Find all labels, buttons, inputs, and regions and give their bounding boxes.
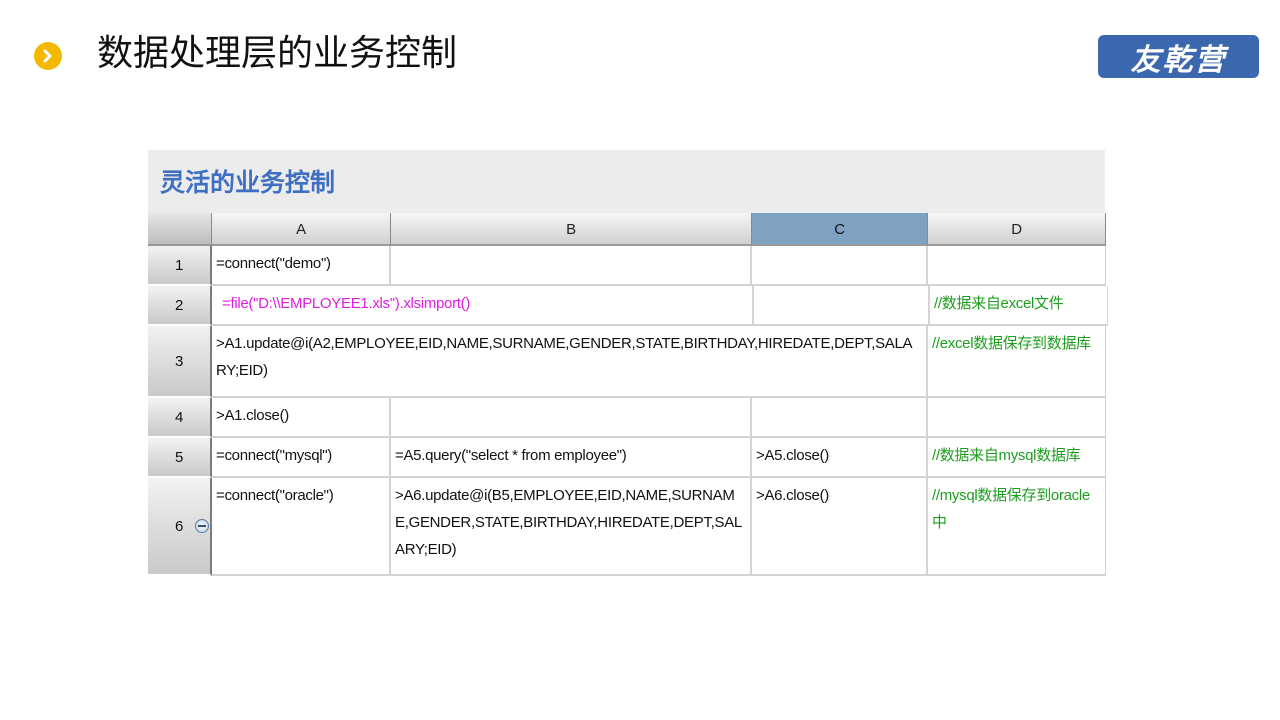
spreadsheet-panel: 灵活的业务控制 A B C D 1 =connect("demo") 2 =fi… — [148, 150, 1108, 582]
cell-d3[interactable]: //excel数据保存到数据库 — [928, 326, 1106, 398]
page-title: 数据处理层的业务控制 — [97, 33, 458, 74]
cell-c6[interactable]: >A6.close() — [752, 478, 928, 576]
chevron-right-icon — [34, 42, 62, 70]
row-header-6[interactable]: 6 — [148, 478, 212, 576]
column-header-a[interactable]: A — [212, 213, 391, 246]
cell-c4[interactable] — [752, 398, 928, 438]
row-number: 5 — [174, 448, 184, 466]
brand-logo: 友乾营 — [1098, 35, 1259, 78]
cell-a6[interactable]: =connect("oracle") — [212, 478, 391, 576]
row-header-2[interactable]: 2 — [148, 286, 212, 326]
column-header-c[interactable]: C — [752, 213, 928, 246]
row-number: 6 — [174, 517, 184, 535]
chevron-right-glyph — [43, 49, 52, 63]
row-header-5[interactable]: 5 — [148, 438, 212, 478]
table-row: 5 =connect("mysql") =A5.query("select * … — [148, 438, 1108, 478]
column-header-row: A B C D — [148, 213, 1108, 246]
row-header-3[interactable]: 3 — [148, 326, 212, 398]
cell-d5[interactable]: //数据来自mysql数据库 — [928, 438, 1106, 478]
spreadsheet-grid: A B C D 1 =connect("demo") 2 =file("D:\\… — [148, 213, 1108, 576]
cell-c5[interactable]: >A5.close() — [752, 438, 928, 478]
column-header-d[interactable]: D — [928, 213, 1106, 246]
table-row: 1 =connect("demo") — [148, 246, 1108, 286]
collapse-icon[interactable] — [195, 519, 209, 533]
cell-d6[interactable]: //mysql数据保存到oracle中 — [928, 478, 1106, 576]
row-number: 3 — [174, 352, 184, 370]
row-number: 2 — [174, 296, 184, 314]
row-number: 4 — [174, 408, 184, 426]
corner-cell[interactable] — [148, 213, 212, 246]
cell-b5[interactable]: =A5.query("select * from employee") — [391, 438, 752, 478]
table-row: 6 =connect("oracle") >A6.update@i(B5,EMP… — [148, 478, 1108, 576]
panel-header: 灵活的业务控制 — [148, 150, 1105, 213]
column-header-b[interactable]: B — [391, 213, 752, 246]
cell-b6[interactable]: >A6.update@i(B5,EMPLOYEE,EID,NAME,SURNAM… — [391, 478, 752, 576]
table-row: 3 >A1.update@i(A2,EMPLOYEE,EID,NAME,SURN… — [148, 326, 1108, 398]
table-row: 4 >A1.close() — [148, 398, 1108, 438]
table-row: 2 =file("D:\\EMPLOYEE1.xls").xlsimport()… — [148, 286, 1108, 326]
panel-title: 灵活的业务控制 — [160, 168, 336, 197]
cell-c2[interactable] — [754, 286, 930, 326]
row-header-4[interactable]: 4 — [148, 398, 212, 438]
row-header-1[interactable]: 1 — [148, 246, 212, 286]
cell-a1[interactable]: =connect("demo") — [212, 246, 391, 286]
cell-d1[interactable] — [928, 246, 1106, 286]
cell-b4[interactable] — [391, 398, 752, 438]
cell-a2[interactable]: =file("D:\\EMPLOYEE1.xls").xlsimport() — [212, 286, 752, 326]
cell-a4[interactable]: >A1.close() — [212, 398, 391, 438]
row-number: 1 — [174, 256, 184, 274]
cell-a5[interactable]: =connect("mysql") — [212, 438, 391, 478]
cell-b1[interactable] — [391, 246, 752, 286]
cell-c1[interactable] — [752, 246, 928, 286]
cell-d4[interactable] — [928, 398, 1106, 438]
cell-d2[interactable]: //数据来自excel文件 — [930, 286, 1108, 326]
cell-a3[interactable]: >A1.update@i(A2,EMPLOYEE,EID,NAME,SURNAM… — [212, 326, 928, 398]
